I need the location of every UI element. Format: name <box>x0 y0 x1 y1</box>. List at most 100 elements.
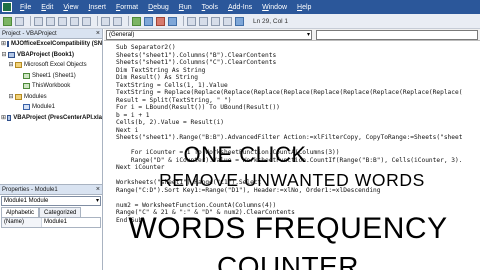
undo-icon[interactable] <box>101 16 110 26</box>
menu-insert[interactable]: Insert <box>88 4 106 11</box>
tree-node-label: Microsoft Excel Objects <box>24 62 87 68</box>
tree-node-label: Modules <box>24 93 47 100</box>
menu-add-ins[interactable]: Add-Ins <box>228 4 252 11</box>
menu-run[interactable]: Run <box>179 4 192 11</box>
code-line: Next i <box>116 126 139 134</box>
project-explorer-icon[interactable] <box>187 16 196 26</box>
menu-view[interactable]: View <box>63 4 78 11</box>
code-line: Worksheets("sheet1").Range("C1").Select <box>116 179 262 186</box>
menu-edit[interactable]: Edit <box>41 4 53 11</box>
reset-icon[interactable] <box>156 16 165 26</box>
menu-file[interactable]: File <box>20 4 31 11</box>
menu-help[interactable]: Help <box>297 4 311 11</box>
project-pane-title: Project - VBAProject <box>2 31 57 37</box>
code-window-header: (General) ▾ <box>104 29 480 41</box>
menu-window[interactable]: Window <box>262 4 287 11</box>
properties-window: Properties - Module1 × Module1 Module ▾ … <box>0 184 103 270</box>
code-line: num2 = WorksheetFunction.CountA(Columns(… <box>116 201 277 209</box>
properties-window-icon[interactable] <box>199 16 208 26</box>
excel-app-icon <box>2 2 12 12</box>
view-excel-icon[interactable] <box>3 16 12 26</box>
properties-pane-title: Properties - Module1 <box>2 187 58 193</box>
toolbar-divider <box>30 16 31 26</box>
procedure-combo[interactable] <box>316 30 478 40</box>
standard-toolbar: Ln 29, Col 1 <box>0 14 480 29</box>
toolbar-divider <box>97 16 98 26</box>
tree-node-sheet1[interactable]: Sheet1 (Sheet1) <box>0 71 102 82</box>
paste-icon[interactable] <box>70 16 79 26</box>
folder-icon <box>15 62 22 69</box>
properties-pane-header: Properties - Module1 × <box>0 185 102 195</box>
tree-node-mjoffice[interactable]: ⊞ MJOfficeExcelCompatibility (SN <box>0 39 102 50</box>
tree-node-modules[interactable]: ⊟ Modules <box>0 92 102 103</box>
property-value[interactable]: Module1 <box>42 218 67 227</box>
code-line: Sheets("sheet1").Columns("B").ClearConte… <box>116 51 277 59</box>
code-line: Dim Result() As String <box>116 74 198 81</box>
expand-icon[interactable]: ⊞ <box>1 113 6 124</box>
vba-project-icon <box>8 51 15 58</box>
tree-node-vbaproject-book1[interactable]: ⊟ VBAProject (Book1) <box>0 50 102 61</box>
code-line: TextString = Cells(1, 1).Value <box>116 81 228 89</box>
code-line: Dim TextString As String <box>116 66 206 74</box>
code-line: Range("C" & 21 & ":" & "D" & num2).Clear… <box>116 209 295 216</box>
menu-debug[interactable]: Debug <box>148 4 169 11</box>
vba-project-icon <box>7 114 12 121</box>
toolbox-icon[interactable] <box>223 16 232 26</box>
tree-node-module1[interactable]: Module1 <box>0 102 102 113</box>
tree-node-prescenter[interactable]: ⊞ VBAProject (PresCenterAPI.xla <box>0 113 102 124</box>
redo-icon[interactable] <box>113 16 122 26</box>
properties-object-select[interactable]: Module1 Module ▾ <box>1 196 101 206</box>
menu-tools[interactable]: Tools <box>202 4 218 11</box>
object-browser-icon[interactable] <box>211 16 220 26</box>
tree-node-label: VBAProject (Book1) <box>17 51 75 58</box>
tab-categorized[interactable]: Categorized <box>39 207 82 217</box>
tree-node-thisworkbook[interactable]: ThisWorkbook <box>0 81 102 92</box>
save-icon[interactable] <box>34 16 43 26</box>
code-line: Next iCounter <box>116 164 165 171</box>
project-explorer: Project - VBAProject × ⊞ MJOfficeExcelCo… <box>0 29 103 184</box>
module-icon <box>23 104 30 111</box>
collapse-icon[interactable]: ⊟ <box>1 50 7 61</box>
code-line: TextString = Replace(Replace(Replace(Rep… <box>116 89 463 96</box>
code-window: (General) ▾ Sub Separator2() Sheets("she… <box>104 29 480 270</box>
tree-node-label: ThisWorkbook <box>32 83 71 89</box>
collapse-icon[interactable]: ⊟ <box>8 92 14 103</box>
code-line: b = i + 1 <box>116 111 150 119</box>
worksheet-icon <box>23 72 30 79</box>
tree-node-label: VBAProject (PresCenterAPI.xla <box>13 114 102 121</box>
collapse-icon[interactable]: ⊟ <box>8 60 14 71</box>
break-icon[interactable] <box>144 16 153 26</box>
object-combo[interactable]: (General) ▾ <box>106 30 312 40</box>
code-line: Sheets("sheet1").Columns("C").ClearConte… <box>116 59 277 66</box>
property-row[interactable]: (Name) Module1 <box>2 218 100 227</box>
toolbar-divider <box>183 16 184 26</box>
properties-object-value: Module1 Module <box>4 198 49 204</box>
toolbar-divider <box>128 16 129 26</box>
insert-module-icon[interactable] <box>15 16 24 26</box>
expand-icon[interactable]: ⊞ <box>1 39 6 50</box>
help-icon[interactable] <box>235 16 244 26</box>
code-line: End Sub <box>116 216 143 224</box>
tab-alphabetic[interactable]: Alphabetic <box>1 207 40 217</box>
code-editor[interactable]: Sub Separator2() Sheets("sheet1").Column… <box>104 42 480 270</box>
close-icon[interactable]: × <box>96 185 100 195</box>
property-key: (Name) <box>2 218 42 227</box>
chevron-down-icon[interactable]: ▾ <box>96 197 99 205</box>
chevron-down-icon[interactable]: ▾ <box>307 31 310 39</box>
code-line: For i = LBound(Result()) To UBound(Resul… <box>116 104 280 111</box>
close-icon[interactable]: × <box>96 29 100 39</box>
object-combo-value: (General) <box>109 32 135 38</box>
tree-node-excel-objects[interactable]: ⊟ Microsoft Excel Objects <box>0 60 102 71</box>
copy-icon[interactable] <box>58 16 67 26</box>
code-line: For iCounter = 1 To WorksheetFunction.Co… <box>116 149 340 156</box>
menu-format[interactable]: Format <box>116 4 138 11</box>
cut-icon[interactable] <box>46 16 55 26</box>
run-icon[interactable] <box>132 16 141 26</box>
tree-node-label: Module1 <box>32 104 56 110</box>
properties-grid: (Name) Module1 <box>1 217 101 228</box>
find-icon[interactable] <box>82 16 91 26</box>
design-mode-icon[interactable] <box>168 16 177 26</box>
